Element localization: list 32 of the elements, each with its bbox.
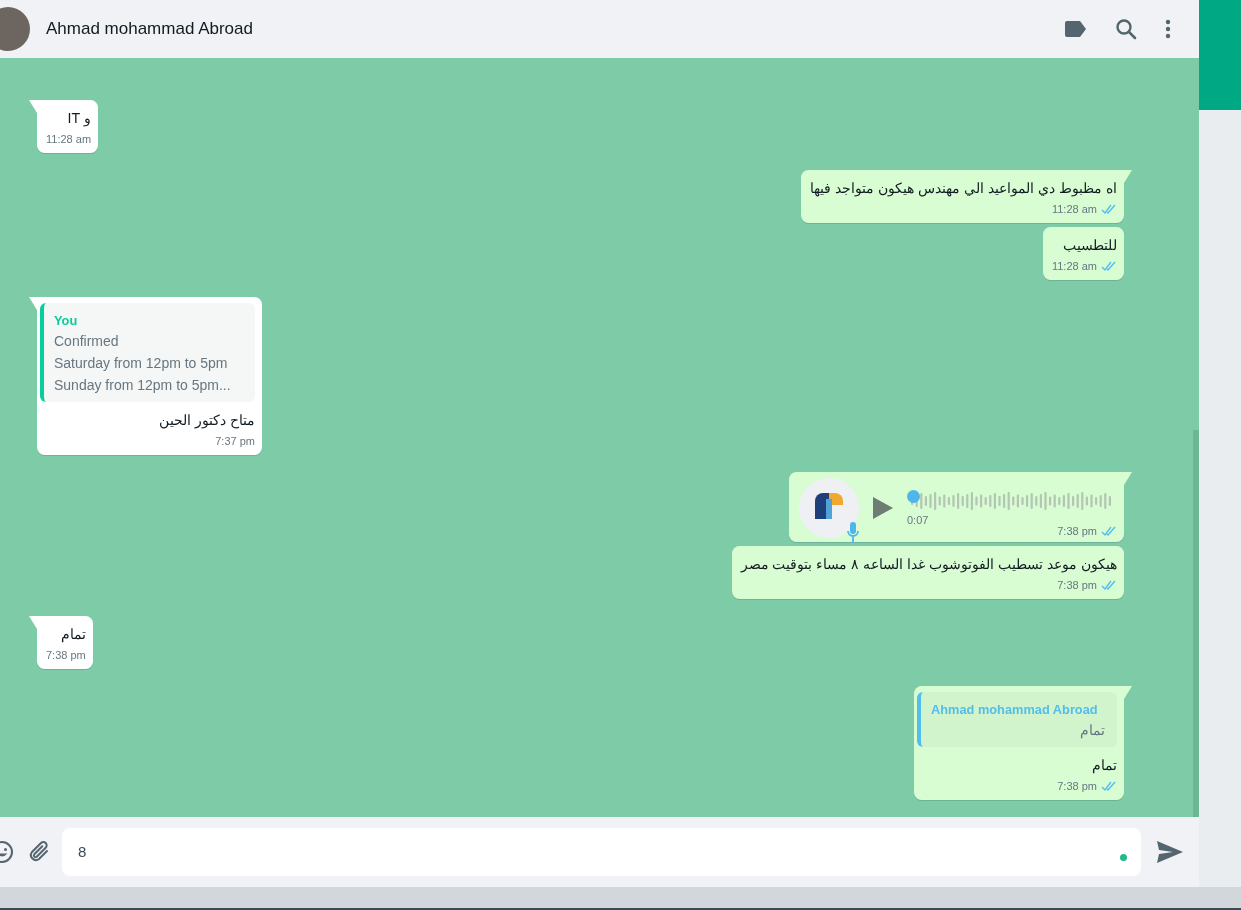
message-time: 7:37 pm (215, 434, 255, 449)
quote-text: Sunday from 12pm to 5pm... (54, 376, 232, 396)
message-time: 11:28 am (1051, 202, 1097, 216)
search-icon[interactable] (1115, 18, 1137, 40)
quote-text: Saturday from 12pm to 5pm (54, 354, 229, 374)
message-input-field[interactable]: 8 (62, 828, 1141, 876)
play-icon[interactable] (873, 497, 893, 520)
quote-author: You (54, 312, 79, 330)
playback-thumb[interactable] (907, 489, 920, 503)
message-text: للتطسيب (1062, 236, 1117, 255)
message-time: 7:38 pm (1057, 524, 1097, 539)
status-dot (1120, 853, 1127, 861)
message-text: هيكون موعد تسطيب الفوتوشوب غدا الساعه ٨ مساء بتوقيت مصر (740, 555, 1117, 575)
message-time: 7:38 pm (1057, 779, 1097, 794)
message-text: تمام (1091, 756, 1117, 776)
microphone-icon (847, 522, 859, 545)
quote-author: Ahmad mohammad Abroad (931, 701, 1099, 720)
message-text: اه مظبوط دي المواعيد الي مهندس هيكون متواجد فيها (810, 179, 1117, 198)
message-time: 11:28 am (1051, 259, 1097, 273)
message-time: 11:28 am (46, 132, 92, 146)
quote-text: تمام (1079, 721, 1105, 741)
message-time: 7:38 pm (46, 648, 86, 663)
quoted-message[interactable]: You Confirmed Saturday from 12pm to 5pm Sunday from 12pm to 5pm... (40, 303, 255, 403)
message-text: و IT (66, 109, 92, 128)
send-icon[interactable] (1157, 841, 1183, 863)
message-time: 7:38 pm (1057, 578, 1097, 593)
message-text: متاح دكتور الحين (158, 411, 255, 431)
menu-icon[interactable] (1165, 19, 1171, 39)
quote-text: Confirmed (54, 332, 120, 352)
label-icon[interactable] (1065, 21, 1087, 37)
message-text: تمام (59, 625, 86, 645)
voice-duration: 0:07 (907, 512, 930, 528)
